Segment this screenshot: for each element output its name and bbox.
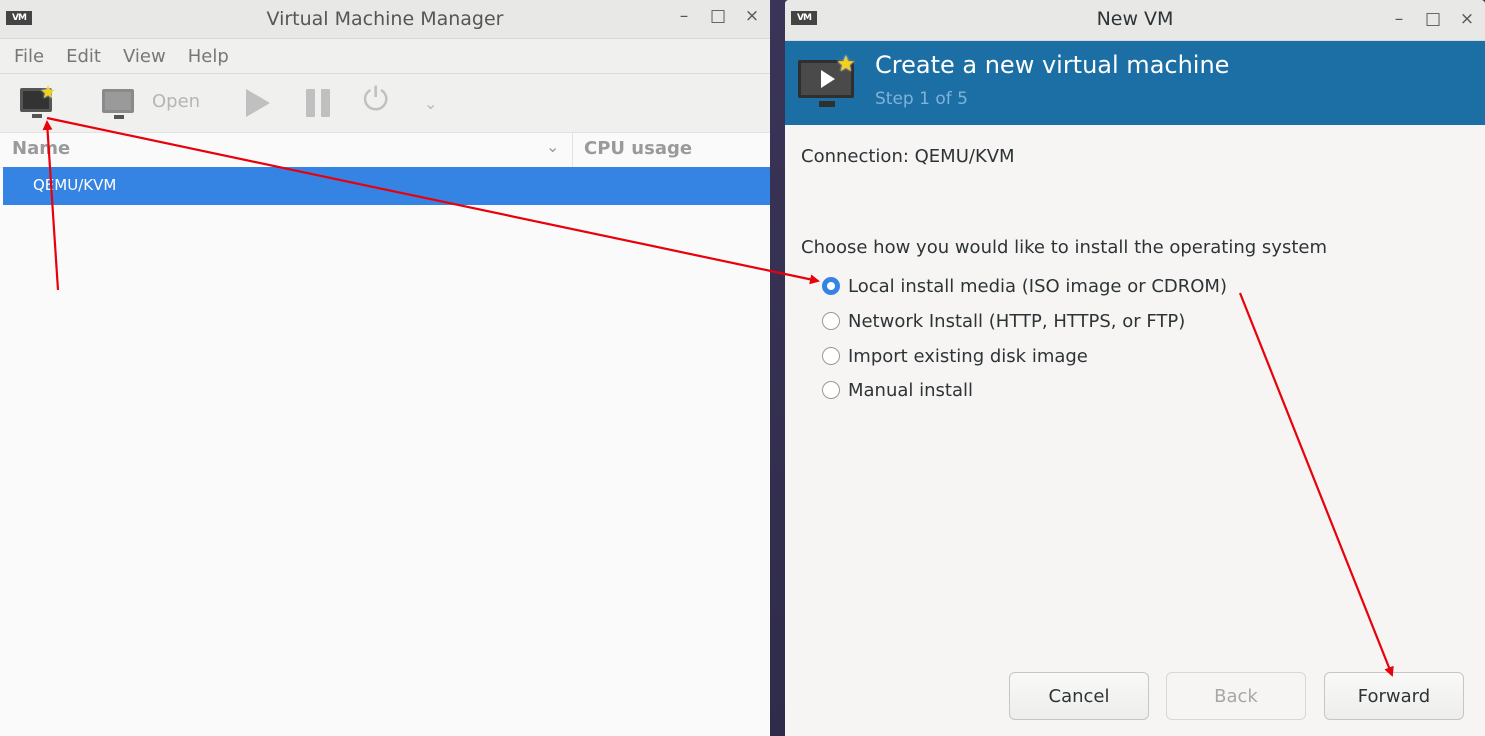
radio-unselected-icon <box>822 381 840 399</box>
close-button[interactable]: × <box>742 6 762 26</box>
sort-chevron-icon[interactable]: ⌄ <box>546 137 559 156</box>
menu-file[interactable]: File <box>14 46 44 67</box>
wizard-title: Create a new virtual machine <box>875 51 1230 79</box>
shutdown-button[interactable]: ⏻ <box>363 80 388 119</box>
menu-view[interactable]: View <box>123 46 166 67</box>
pause-button[interactable] <box>306 89 330 117</box>
radio-manual-install[interactable]: Manual install <box>822 375 973 405</box>
manager-title: Virtual Machine Manager <box>266 8 504 30</box>
column-header: Name ⌄ CPU usage <box>0 133 770 168</box>
wizard-banner: ★ Create a new virtual machine Step 1 of… <box>785 41 1485 125</box>
radio-import-disk[interactable]: Import existing disk image <box>822 341 1088 371</box>
column-name[interactable]: Name <box>12 138 70 159</box>
open-button[interactable]: Open <box>102 89 201 119</box>
minimize-button[interactable]: – <box>1389 9 1409 29</box>
shutdown-menu-button[interactable]: ⌄ <box>424 94 437 113</box>
chevron-down-icon: ⌄ <box>424 94 438 113</box>
newvm-titlebar[interactable]: VM New VM – □ × <box>785 0 1485 41</box>
minimize-button[interactable]: – <box>674 6 694 26</box>
vm-manager-window: VM Virtual Machine Manager – □ × File Ed… <box>0 0 770 736</box>
forward-button[interactable]: Forward <box>1324 672 1464 720</box>
column-cpu-usage[interactable]: CPU usage <box>584 138 692 159</box>
run-button[interactable] <box>246 89 270 117</box>
newvm-title: New VM <box>1096 8 1174 30</box>
radio-network-install[interactable]: Network Install (HTTP, HTTPS, or FTP) <box>822 306 1185 336</box>
star-icon: ★ <box>836 52 856 77</box>
new-vm-window: VM New VM – □ × ★ Create a new virtual m… <box>785 0 1485 736</box>
cancel-button[interactable]: Cancel <box>1009 672 1149 720</box>
radio-unselected-icon <box>822 347 840 365</box>
power-icon: ⏻ <box>363 80 389 118</box>
radio-label: Manual install <box>848 379 974 401</box>
radio-local-install[interactable]: Local install media (ISO image or CDROM) <box>822 271 1227 301</box>
maximize-button[interactable]: □ <box>1423 9 1443 29</box>
install-prompt: Choose how you would like to install the… <box>801 237 1327 258</box>
connection-name: QEMU/KVM <box>33 176 117 194</box>
menu-edit[interactable]: Edit <box>66 46 101 67</box>
radio-label: Network Install (HTTP, HTTPS, or FTP) <box>848 310 1186 332</box>
connection-label: Connection: QEMU/KVM <box>801 146 1015 167</box>
close-button[interactable]: × <box>1457 9 1477 29</box>
radio-label: Local install media (ISO image or CDROM) <box>848 275 1227 297</box>
monitor-icon <box>102 89 134 119</box>
connection-row[interactable]: QEMU/KVM <box>3 167 770 205</box>
wizard-step: Step 1 of 5 <box>875 89 968 109</box>
toolbar: ★ Open ⏻ ⌄ <box>0 74 770 133</box>
new-vm-button[interactable]: ★ <box>20 82 56 118</box>
pause-icon <box>306 89 330 117</box>
maximize-button[interactable]: □ <box>708 6 728 26</box>
back-button[interactable]: Back <box>1166 672 1306 720</box>
open-label: Open <box>152 90 201 112</box>
menubar: File Edit View Help <box>0 39 770 74</box>
menu-help[interactable]: Help <box>188 46 229 67</box>
column-divider <box>572 133 573 167</box>
radio-label: Import existing disk image <box>848 345 1088 367</box>
radio-unselected-icon <box>822 312 840 330</box>
radio-selected-icon <box>822 277 840 295</box>
star-icon: ★ <box>40 82 57 103</box>
play-icon <box>246 89 270 117</box>
manager-titlebar[interactable]: VM Virtual Machine Manager – □ × <box>0 0 770 39</box>
